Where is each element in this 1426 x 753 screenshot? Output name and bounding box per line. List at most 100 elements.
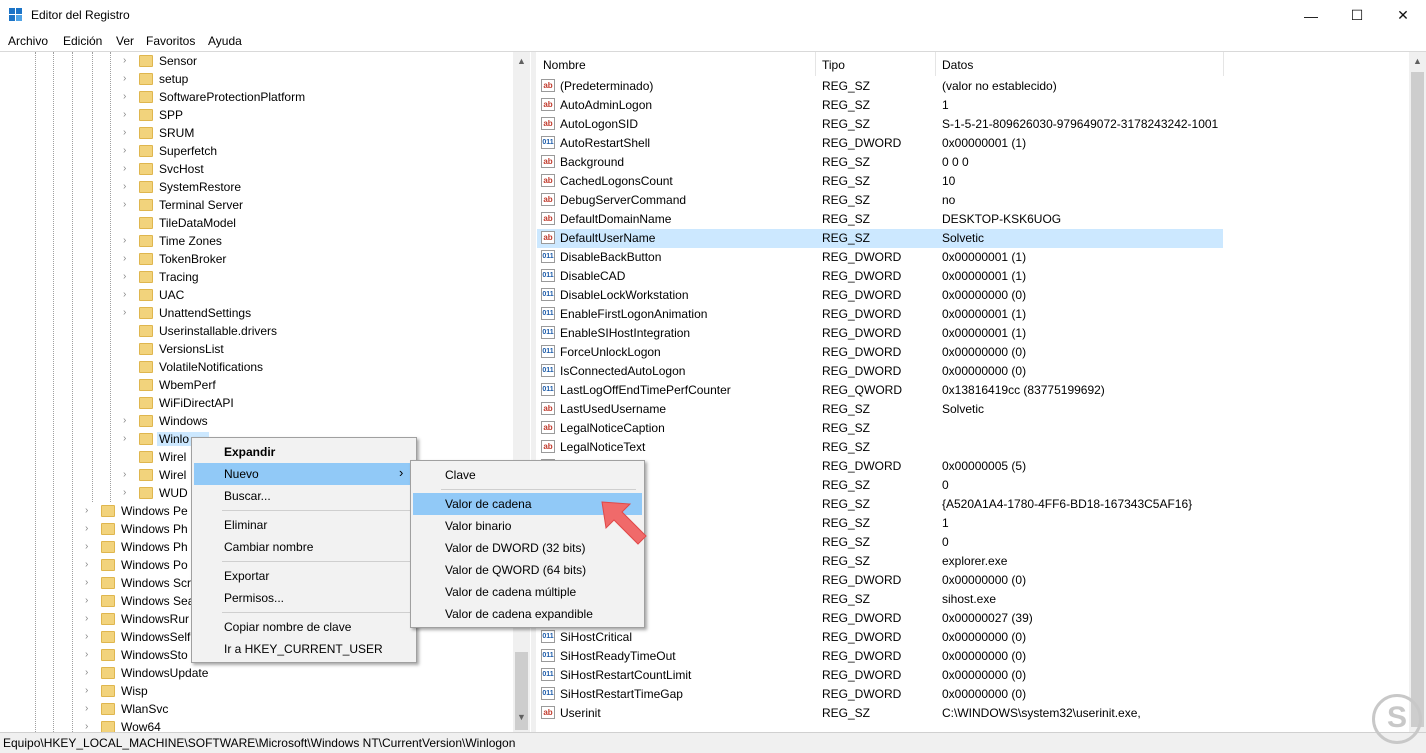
expand-arrow-icon[interactable]: › [123, 487, 133, 499]
expand-arrow-icon[interactable]: › [123, 289, 133, 301]
tree-item[interactable]: › UnattendSettings [123, 305, 423, 323]
tree-item[interactable]: › WlanSvc [85, 701, 385, 719]
tree-item[interactable]: › Terminal Server [123, 197, 423, 215]
value-row[interactable]: ab AutoAdminLogon REG_SZ 1 [537, 96, 1223, 115]
menu-item-permisos[interactable]: Permisos... [194, 587, 414, 609]
value-row[interactable]: ab AutoLogonSID REG_SZ S-1-5-21-809626030-9… [537, 115, 1223, 134]
value-row[interactable]: 011 SiHostCritical REG_DWORD 0x00000000 (0) [537, 628, 1223, 647]
value-row[interactable]: 011 EnableFirstLogonAnimation REG_DWORD 0x0… [537, 305, 1223, 324]
tree-item[interactable]: VolatileNotifications [123, 359, 423, 377]
tree-item[interactable]: › Superfetch [123, 143, 423, 161]
tree-item[interactable]: › Windows [123, 413, 423, 431]
menu-item-nuevo[interactable]: Nuevo › [194, 463, 414, 485]
tree-item[interactable]: › Wisp [85, 683, 385, 701]
minimize-button[interactable]: — [1288, 0, 1334, 31]
column-header-data[interactable]: Datos [936, 52, 1223, 76]
expand-arrow-icon[interactable]: › [123, 253, 133, 265]
value-row[interactable]: 011 ForceUnlockLogon REG_DWORD 0x00000000 (… [537, 343, 1223, 362]
tree-item[interactable]: › UAC [123, 287, 423, 305]
value-row[interactable]: ab DebugServerCommand REG_SZ no [537, 191, 1223, 210]
expand-arrow-icon[interactable]: › [123, 73, 133, 85]
close-button[interactable]: ✕ [1380, 0, 1426, 31]
expand-arrow-icon[interactable]: › [123, 145, 133, 157]
tree-item[interactable]: VersionsList [123, 341, 423, 359]
value-row[interactable]: ab CachedLogonsCount REG_SZ 10 [537, 172, 1223, 191]
menu-item-expandir[interactable]: Expandir [194, 441, 414, 463]
value-row[interactable]: ab DefaultUserName REG_SZ Solvetic [537, 229, 1223, 248]
expand-arrow-icon[interactable]: › [123, 271, 133, 283]
expand-arrow-icon[interactable]: › [85, 649, 95, 661]
value-row[interactable]: 011 DisableCAD REG_DWORD 0x00000001 (1) [537, 267, 1223, 286]
expand-arrow-icon[interactable]: › [123, 307, 133, 319]
expand-arrow-icon[interactable]: › [123, 127, 133, 139]
tree-item[interactable]: › SRUM [123, 125, 423, 143]
expand-arrow-icon[interactable]: › [85, 613, 95, 625]
scroll-up-icon[interactable]: ▲ [517, 56, 526, 66]
menu-favoritos[interactable]: Favoritos [146, 34, 195, 48]
expand-arrow-icon[interactable]: › [123, 181, 133, 193]
scrollbar-thumb[interactable] [1411, 72, 1424, 727]
value-row[interactable]: 011 SiHostReadyTimeOut REG_DWORD 0x00000000… [537, 647, 1223, 666]
menu-item-cambiar-nombre[interactable]: Cambiar nombre [194, 536, 414, 558]
tree-item[interactable]: › setup [123, 71, 423, 89]
tree-scrollbar[interactable]: ▲ ▼ [513, 52, 530, 732]
tree-item[interactable]: › SvcHost [123, 161, 423, 179]
value-row[interactable]: ab Userinit REG_SZ C:\WINDOWS\system32\user… [537, 704, 1223, 723]
menu-item-exportar[interactable]: Exportar [194, 565, 414, 587]
expand-arrow-icon[interactable]: › [85, 721, 95, 732]
column-header-type[interactable]: Tipo [816, 52, 935, 76]
tree-item[interactable]: › Tracing [123, 269, 423, 287]
menu-item-buscar[interactable]: Buscar... [194, 485, 414, 507]
value-row[interactable]: 011 SiHostRestartCountLimit REG_DWORD 0x000… [537, 666, 1223, 685]
expand-arrow-icon[interactable]: › [123, 433, 133, 445]
value-row[interactable]: ab (Predeterminado) REG_SZ (valor no establ… [537, 77, 1223, 96]
expand-arrow-icon[interactable]: › [85, 505, 95, 517]
expand-arrow-icon[interactable]: › [123, 415, 133, 427]
tree-item[interactable]: WbemPerf [123, 377, 423, 395]
value-row[interactable]: ab LegalNoticeCaption REG_SZ [537, 419, 1223, 438]
expand-arrow-icon[interactable]: › [123, 469, 133, 481]
value-row[interactable]: ab Background REG_SZ 0 0 0 [537, 153, 1223, 172]
value-row[interactable]: ab LastUsedUsername REG_SZ Solvetic [537, 400, 1223, 419]
submenu-item-valor-qword[interactable]: Valor de QWORD (64 bits) [413, 559, 642, 581]
menu-ver[interactable]: Ver [116, 34, 134, 48]
menu-item-eliminar[interactable]: Eliminar [194, 514, 414, 536]
scroll-down-icon[interactable]: ▼ [517, 712, 526, 722]
value-row[interactable]: 011 DisableLockWorkstation REG_DWORD 0x0000… [537, 286, 1223, 305]
tree-item[interactable]: WiFiDirectAPI [123, 395, 423, 413]
scroll-up-icon[interactable]: ▲ [1413, 56, 1422, 66]
expand-arrow-icon[interactable]: › [85, 595, 95, 607]
expand-arrow-icon[interactable]: › [123, 109, 133, 121]
value-row[interactable]: 011 AutoRestartShell REG_DWORD 0x00000001 (… [537, 134, 1223, 153]
value-row[interactable]: ab LegalNoticeText REG_SZ [537, 438, 1223, 457]
value-row[interactable]: 011 DisableBackButton REG_DWORD 0x00000001 … [537, 248, 1223, 267]
column-divider[interactable] [1223, 52, 1224, 76]
tree-item[interactable]: TileDataModel [123, 215, 423, 233]
expand-arrow-icon[interactable]: › [85, 541, 95, 553]
value-row[interactable]: 011 EnableSIHostIntegration REG_DWORD 0x000… [537, 324, 1223, 343]
expand-arrow-icon[interactable]: › [85, 685, 95, 697]
value-row[interactable]: 011 LastLogOffEndTimePerfCounter REG_QWORD… [537, 381, 1223, 400]
tree-item[interactable]: › TokenBroker [123, 251, 423, 269]
tree-item[interactable]: › Wow64 [85, 719, 385, 732]
column-header-name[interactable]: Nombre [537, 52, 815, 76]
tree-item[interactable]: › SPP [123, 107, 423, 125]
expand-arrow-icon[interactable]: › [85, 577, 95, 589]
value-row[interactable]: 011 SiHostRestartTimeGap REG_DWORD 0x000000… [537, 685, 1223, 704]
submenu-item-valor-cadena-expandible[interactable]: Valor de cadena expandible [413, 603, 642, 625]
submenu-item-clave[interactable]: Clave [413, 464, 642, 486]
menu-ayuda[interactable]: Ayuda [208, 34, 242, 48]
tree-item[interactable]: › SystemRestore [123, 179, 423, 197]
tree-item[interactable]: › SoftwareProtectionPlatform [123, 89, 423, 107]
list-scrollbar[interactable]: ▲ [1409, 52, 1426, 732]
expand-arrow-icon[interactable]: › [123, 235, 133, 247]
expand-arrow-icon[interactable]: › [85, 559, 95, 571]
expand-arrow-icon[interactable]: › [123, 163, 133, 175]
expand-arrow-icon[interactable]: › [123, 55, 133, 67]
submenu-item-valor-cadena-multiple[interactable]: Valor de cadena múltiple [413, 581, 642, 603]
tree-item[interactable]: › WindowsUpdate [85, 665, 385, 683]
value-row[interactable]: ab DefaultDomainName REG_SZ DESKTOP-KSK6UOG [537, 210, 1223, 229]
expand-arrow-icon[interactable]: › [85, 667, 95, 679]
expand-arrow-icon[interactable]: › [123, 91, 133, 103]
expand-arrow-icon[interactable]: › [85, 523, 95, 535]
